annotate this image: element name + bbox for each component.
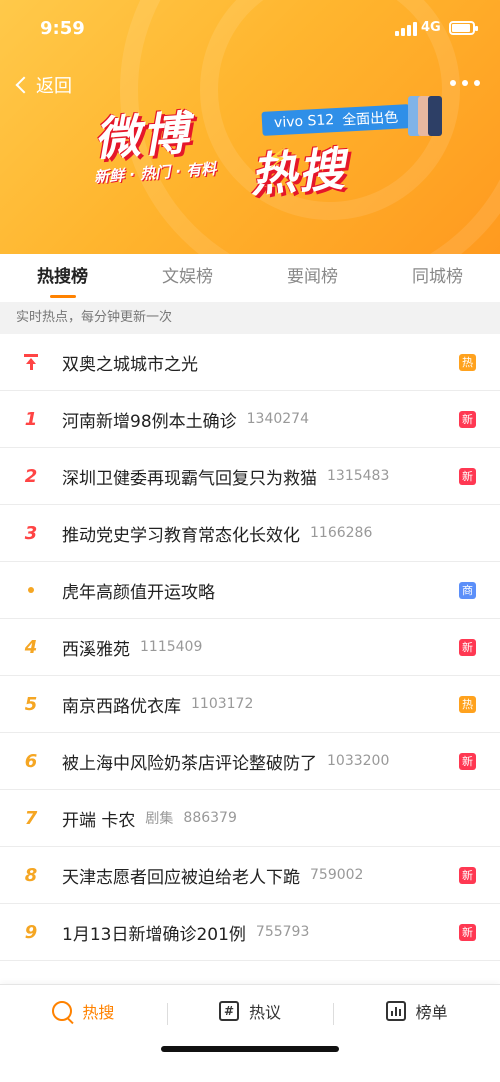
- chart-icon: [385, 1001, 406, 1021]
- item-title: 天津志愿者回应被迫给老人下跪: [62, 867, 300, 888]
- hot-search-list: 双奥之城城市之光热 1 河南新增98例本土确诊 1340274 新 2 深圳卫健委再现霸气回…: [0, 334, 500, 961]
- rank-number: 3: [24, 522, 38, 544]
- status-badge: 商: [459, 582, 476, 599]
- status-badge: 新: [459, 411, 476, 428]
- dot-icon: [450, 80, 456, 86]
- logo-text-hot-search: 热搜: [248, 141, 348, 203]
- logo-text-weibo: 微博: [92, 105, 192, 167]
- hot-search-item[interactable]: 虎年高颜值开运攻略 商: [0, 562, 500, 619]
- hot-search-item[interactable]: 5 南京西路优衣库 1103172 热: [0, 676, 500, 733]
- rank-number: 1: [24, 408, 38, 430]
- item-title: 西溪雅苑: [62, 639, 130, 660]
- item-title: 南京西路优衣库: [62, 696, 181, 717]
- dot-icon: [462, 80, 468, 86]
- item-title: 1月13日新增确诊201例: [62, 924, 246, 945]
- status-badge: 热: [459, 354, 476, 371]
- hot-search-item[interactable]: 4 西溪雅苑 1115409 新: [0, 619, 500, 676]
- hot-search-item[interactable]: 1 河南新增98例本土确诊 1340274 新: [0, 391, 500, 448]
- update-notice: 实时热点，每分钟更新一次: [0, 302, 500, 334]
- hot-search-item[interactable]: 8 天津志愿者回应被迫给老人下跪 759002 新: [0, 847, 500, 904]
- hot-search-banner: 9:59 4G 返回 微博 热搜 ⚡ 新鲜 · 热门 · 有料 vivo S12…: [0, 0, 500, 254]
- hot-search-item[interactable]: 双奥之城城市之光 热: [0, 334, 500, 391]
- heat-count: 1115409: [140, 639, 203, 655]
- heat-count: 1033200: [327, 753, 390, 769]
- rank-number: 4: [24, 636, 38, 658]
- heat-count: 1166286: [310, 525, 373, 541]
- tab-news[interactable]: 要闻榜: [250, 254, 375, 302]
- promoted-dot-icon: [0, 587, 62, 593]
- nav-topics[interactable]: # 热议: [166, 999, 334, 1025]
- status-bar: 9:59 4G: [0, 14, 500, 44]
- topic-icon: #: [219, 1001, 239, 1021]
- network-label: 4G: [421, 20, 441, 35]
- nav-hot-search[interactable]: 热搜: [0, 999, 167, 1023]
- home-indicator[interactable]: [161, 1046, 339, 1052]
- signal-icon: [395, 22, 417, 36]
- status-badge: 新: [459, 924, 476, 941]
- item-title: 推动党史学习教育常态化长效化: [62, 525, 300, 546]
- heat-count: 1340274: [246, 411, 309, 427]
- item-title: 虎年高颜值开运攻略: [62, 582, 215, 603]
- hot-search-item[interactable]: 6 被上海中风险奶茶店评论整破防了 1033200 新: [0, 733, 500, 790]
- status-badge: 新: [459, 639, 476, 656]
- nav-label: 热搜: [82, 1003, 115, 1022]
- pinned-icon: [0, 354, 62, 370]
- hot-search-item[interactable]: 7 开端 卡农 剧集 886379: [0, 790, 500, 847]
- hot-search-item[interactable]: 2 深圳卫健委再现霸气回复只为救猫 1315483 新: [0, 448, 500, 505]
- heat-count: 1315483: [327, 468, 390, 484]
- lightning-icon: ⚡: [268, 142, 288, 175]
- rank-number: 2: [24, 465, 38, 487]
- ad-brand: vivo S12: [273, 112, 335, 132]
- item-title: 深圳卫健委再现霸气回复只为救猫: [62, 468, 317, 489]
- tab-local[interactable]: 同城榜: [375, 254, 500, 302]
- heat-count: 755793: [255, 924, 310, 940]
- rank-number: 6: [24, 750, 38, 772]
- rank-number: 5: [24, 693, 38, 715]
- back-label: 返回: [36, 76, 72, 97]
- status-badge: 新: [459, 753, 476, 770]
- nav-rankings[interactable]: 榜单: [333, 999, 500, 1025]
- ad-text: 全面出色: [341, 109, 399, 129]
- hot-search-icon: [52, 1001, 73, 1021]
- nav-label: 热议: [249, 1003, 282, 1022]
- chevron-left-icon: [15, 76, 33, 94]
- item-title: 双奥之城城市之光: [62, 354, 198, 375]
- heat-count: 1103172: [191, 696, 254, 712]
- hot-search-item[interactable]: 9 1月13日新增确诊201例 755793 新: [0, 904, 500, 961]
- status-badge: 新: [459, 468, 476, 485]
- tab-hot-search[interactable]: 热搜榜: [0, 254, 125, 302]
- status-badge: 新: [459, 867, 476, 884]
- tab-entertainment[interactable]: 文娱榜: [125, 254, 250, 302]
- rank-number: 7: [24, 807, 38, 829]
- item-title: 河南新增98例本土确诊: [62, 411, 237, 432]
- phone-product-image: [408, 96, 448, 140]
- nav-label: 榜单: [415, 1003, 448, 1022]
- rank-number: 9: [24, 921, 38, 943]
- heat-count: 759002: [310, 867, 364, 883]
- item-title: 被上海中风险奶茶店评论整破防了: [62, 753, 317, 774]
- back-button[interactable]: 返回: [12, 72, 72, 98]
- more-options-button[interactable]: [450, 80, 480, 88]
- battery-icon: [449, 21, 478, 35]
- ranking-tabs: 热搜榜 文娱榜 要闻榜 同城榜: [0, 254, 500, 302]
- status-time: 9:59: [40, 18, 85, 39]
- bottom-nav-bar: 热搜 # 热议 榜单: [0, 984, 500, 1082]
- item-category: 剧集: [145, 811, 174, 827]
- rank-number: 8: [24, 864, 38, 886]
- dot-icon: [474, 80, 480, 86]
- heat-count: 886379: [183, 810, 237, 826]
- status-badge: 热: [459, 696, 476, 713]
- hot-search-item[interactable]: 3 推动党史学习教育常态化长效化 1166286: [0, 505, 500, 562]
- item-title: 开端 卡农: [62, 810, 136, 831]
